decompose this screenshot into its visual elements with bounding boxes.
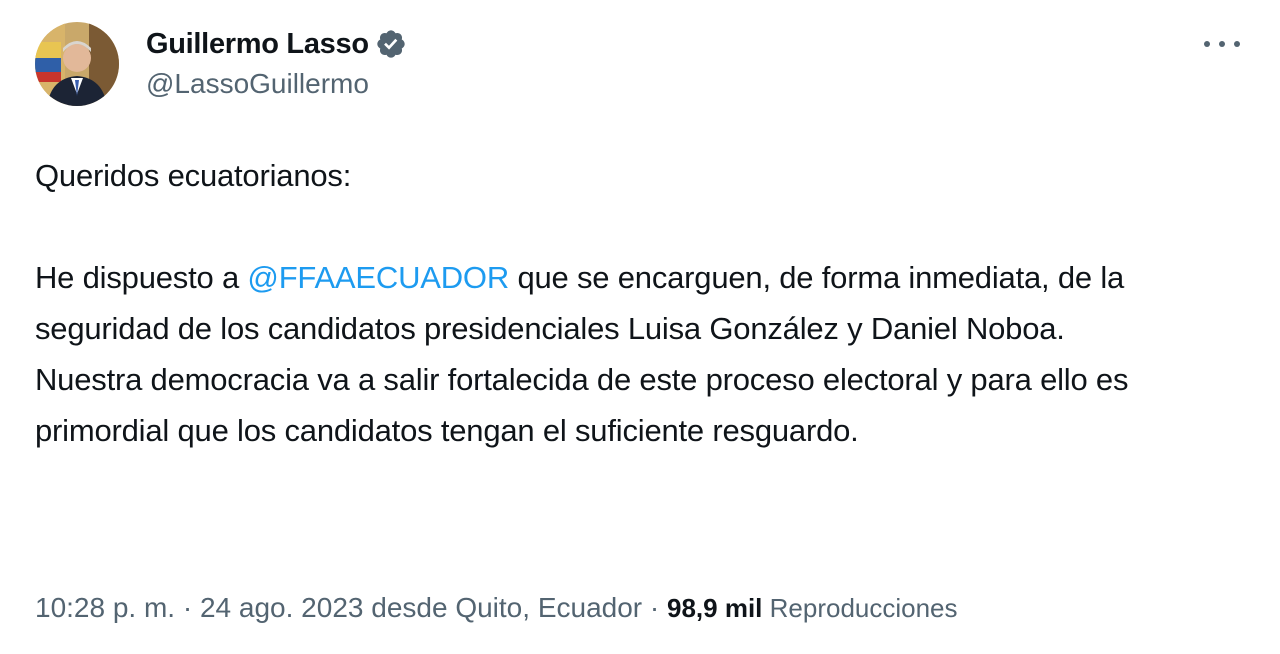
tweet-time[interactable]: 10:28 p. m. [35, 592, 175, 623]
tweet-paragraph-1: He dispuesto a @FFAAECUADOR que se encar… [35, 252, 1250, 354]
more-dot [1204, 41, 1210, 47]
tweet-greeting: Queridos ecuatorianos: [35, 158, 352, 193]
tweet-paragraph-2: Nuestra democracia va a salir fortalecid… [35, 362, 1129, 448]
meta-separator: · [175, 592, 200, 623]
tweet-card: Guillermo Lasso @LassoGuillermo Queridos… [0, 0, 1280, 654]
views-label: Reproducciones [762, 593, 958, 623]
more-dot [1219, 41, 1225, 47]
meta-separator: · [642, 592, 667, 623]
views-count: 98,9 mil [667, 593, 763, 623]
tweet-text-segment: He dispuesto a [35, 260, 248, 295]
avatar[interactable] [35, 22, 119, 106]
author-name-row: Guillermo Lasso [146, 24, 407, 64]
more-options-icon[interactable] [1204, 34, 1240, 54]
tweet-text: Queridos ecuatorianos: He dispuesto a @F… [35, 150, 1250, 456]
mention-link[interactable]: @FFAAECUADOR [247, 260, 509, 295]
tweet-metadata: 10:28 p. m. · 24 ago. 2023 desde Quito, … [35, 592, 958, 624]
author-display-name[interactable]: Guillermo Lasso [146, 28, 369, 61]
tweet-date[interactable]: 24 ago. 2023 [200, 592, 364, 623]
tweet-location: desde Quito, Ecuador [363, 592, 643, 623]
more-dot [1234, 41, 1240, 47]
verified-badge-icon [377, 30, 405, 58]
author-handle[interactable]: @LassoGuillermo [146, 68, 369, 100]
avatar-image [35, 22, 119, 106]
